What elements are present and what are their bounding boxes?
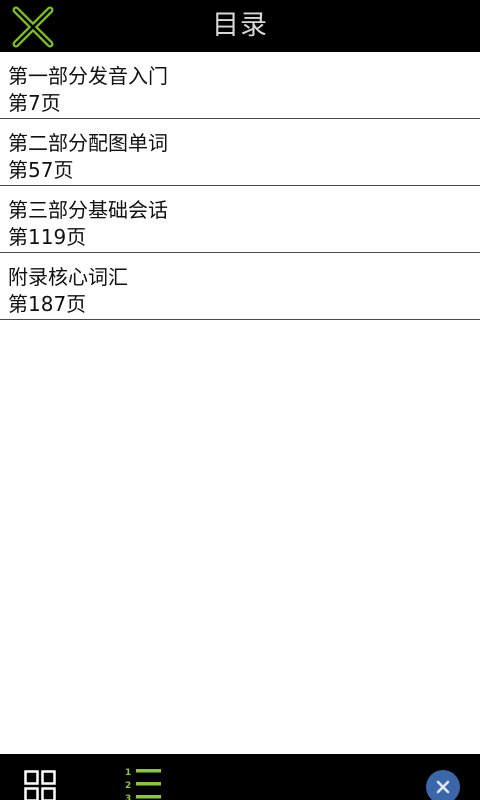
- numbered-list-icon[interactable]: 1 2 3: [124, 767, 164, 800]
- list-number-3: 3: [125, 794, 131, 800]
- list-number-2: 2: [125, 781, 131, 791]
- grid-view-icon[interactable]: [24, 770, 56, 800]
- toc-item-page: 第7页: [8, 91, 61, 115]
- toc-item-page: 第187页: [8, 292, 87, 316]
- toc-item-title: 第一部分发音入门: [8, 64, 168, 88]
- toc-item-part-2[interactable]: 第二部分配图单词 第57页: [0, 119, 480, 186]
- toc-item-title: 第二部分配图单词: [8, 131, 168, 155]
- close-circle-icon[interactable]: [426, 770, 460, 800]
- toc-item-title: 附录核心词汇: [8, 265, 128, 289]
- page-title: 目录: [212, 10, 268, 41]
- toc-item-page: 第119页: [8, 225, 87, 249]
- bottom-toolbar: 1 2 3: [0, 754, 480, 800]
- list-number-1: 1: [125, 768, 131, 778]
- close-x-glyph-icon: [436, 780, 450, 794]
- title-bar: 目录: [0, 0, 480, 52]
- toc-item-title: 第三部分基础会话: [8, 198, 168, 222]
- toc-item-appendix[interactable]: 附录核心词汇 第187页: [0, 253, 480, 320]
- toc-item-part-3[interactable]: 第三部分基础会话 第119页: [0, 186, 480, 253]
- toc-item-page: 第57页: [8, 158, 74, 182]
- toc-item-part-1[interactable]: 第一部分发音入门 第7页: [0, 52, 480, 119]
- table-of-contents: 第一部分发音入门 第7页 第二部分配图单词 第57页 第三部分基础会话 第119…: [0, 52, 480, 320]
